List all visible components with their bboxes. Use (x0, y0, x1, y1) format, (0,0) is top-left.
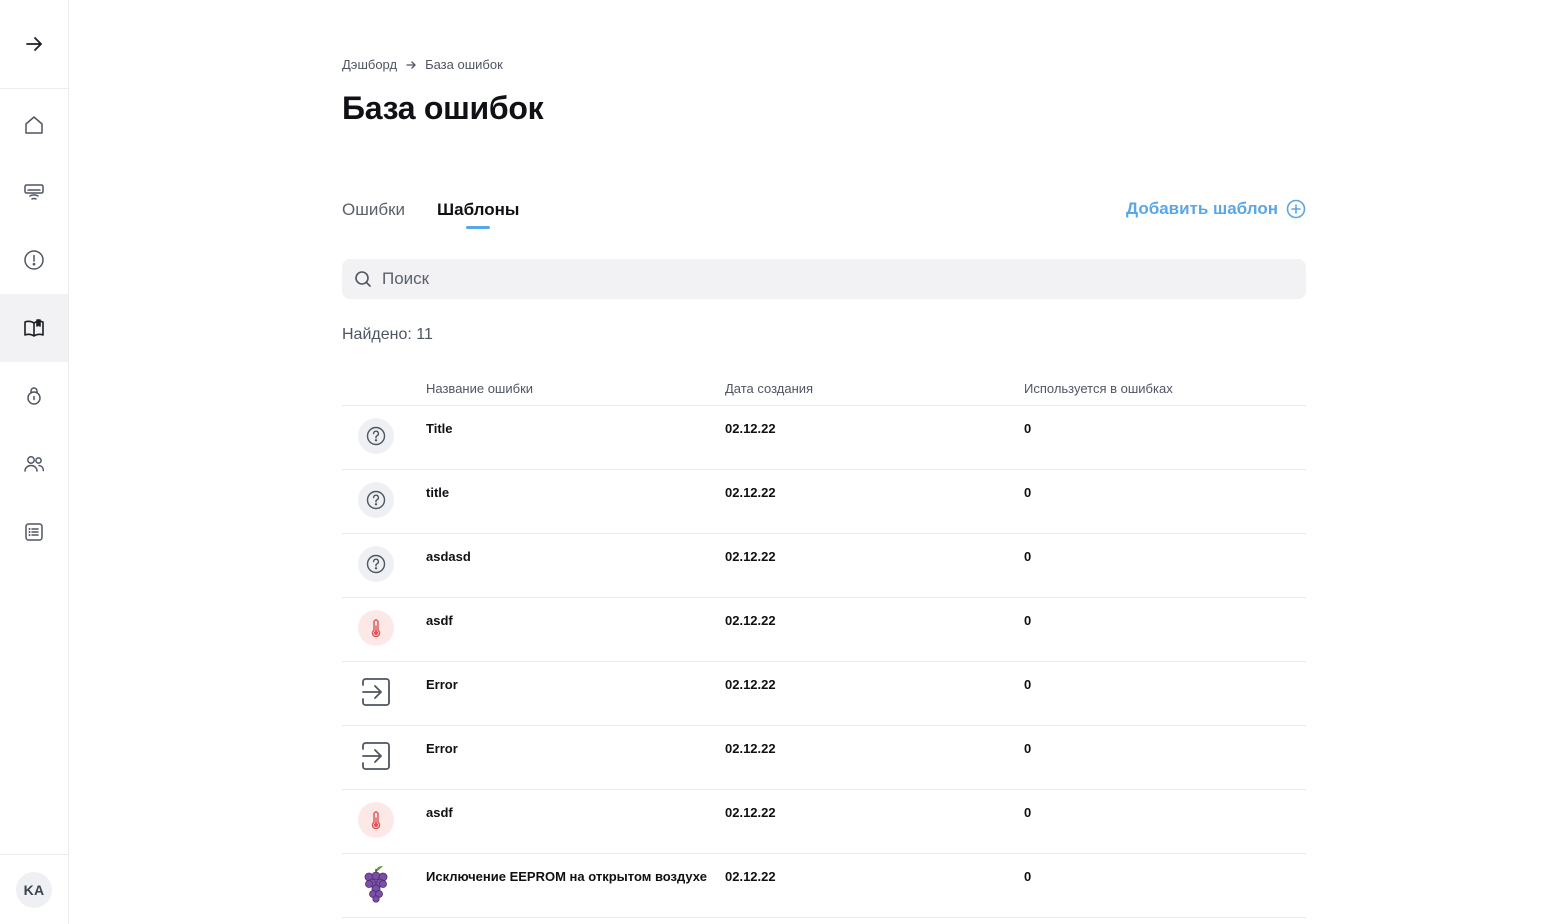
column-header-date: Дата создания (725, 381, 814, 396)
question-icon (358, 418, 394, 454)
list-icon (25, 523, 43, 541)
page-title: База ошибок (342, 90, 544, 126)
row-name: title (426, 485, 450, 500)
book-icon (24, 319, 44, 337)
row-name: Title (426, 421, 453, 436)
sidebar-item-errors[interactable] (0, 226, 68, 294)
templates-table: Название ошибки Дата создания Использует… (342, 378, 1306, 918)
sidebar-item-devices[interactable] (0, 158, 68, 226)
alert-circle-icon (24, 250, 44, 270)
row-date: 02.12.22 (725, 421, 776, 436)
row-used-count: 0 (1024, 549, 1032, 564)
row-used-count: 0 (1024, 869, 1032, 884)
arrow-right-icon (406, 60, 416, 69)
row-used-count: 0 (1024, 613, 1032, 628)
sidebar-toggle-button[interactable] (0, 0, 68, 89)
column-header-name: Название ошибки (426, 381, 534, 396)
results-count: Найдено: 11 (342, 326, 433, 343)
table-row[interactable]: asdasd 02.12.22 0 (342, 534, 1306, 598)
login-arrow-icon (358, 738, 394, 774)
sidebar: KA (0, 0, 69, 924)
tabs: Ошибки Шаблоны (342, 200, 519, 220)
sidebar-item-logs[interactable] (0, 498, 68, 566)
thermometer-icon (358, 610, 394, 646)
plus-circle-icon (1286, 199, 1306, 219)
login-arrow-icon (358, 674, 394, 710)
thermometer-icon (358, 802, 394, 838)
sidebar-item-home[interactable] (0, 91, 68, 159)
row-name: Error (426, 741, 458, 756)
search-icon (355, 271, 371, 287)
row-used-count: 0 (1024, 677, 1032, 692)
table-row[interactable]: Error 02.12.22 0 (342, 662, 1306, 726)
row-name: asdf (426, 805, 453, 820)
search-bar (342, 259, 1306, 299)
sidebar-item-access[interactable] (0, 362, 68, 430)
sidebar-item-error-base[interactable] (0, 294, 68, 362)
table-row[interactable]: title 02.12.22 0 (342, 470, 1306, 534)
arrow-right-icon (26, 37, 42, 51)
table-row[interactable]: asdf 02.12.22 0 (342, 598, 1306, 662)
sidebar-item-users[interactable] (0, 430, 68, 498)
row-used-count: 0 (1024, 741, 1032, 756)
grapes-icon (358, 866, 394, 903)
add-template-button[interactable]: Добавить шаблон (1126, 199, 1306, 219)
row-date: 02.12.22 (725, 549, 776, 564)
row-used-count: 0 (1024, 485, 1032, 500)
table-row[interactable]: Title 02.12.22 0 (342, 406, 1306, 470)
users-icon (24, 456, 45, 472)
row-used-count: 0 (1024, 421, 1032, 436)
breadcrumb-current: База ошибок (425, 57, 503, 72)
row-used-count: 0 (1024, 805, 1032, 820)
row-date: 02.12.22 (725, 613, 776, 628)
row-date: 02.12.22 (725, 485, 776, 500)
sidebar-profile[interactable]: KA (0, 854, 68, 924)
home-icon (25, 116, 43, 134)
table-row[interactable]: Исключение EEPROM на открытом воздухе 02… (342, 854, 1306, 918)
search-input[interactable] (382, 269, 1262, 289)
breadcrumb: Дэшборд База ошибок (342, 57, 503, 72)
row-date: 02.12.22 (725, 741, 776, 756)
air-conditioner-icon (24, 184, 44, 200)
question-icon (358, 546, 394, 582)
avatar[interactable]: KA (16, 871, 52, 908)
breadcrumb-link-dashboard[interactable]: Дэшборд (342, 57, 397, 72)
row-date: 02.12.22 (725, 805, 776, 820)
row-name: Исключение EEPROM на открытом воздухе (426, 869, 707, 884)
row-name: asdf (426, 613, 453, 628)
tab-templates[interactable]: Шаблоны (437, 200, 519, 220)
question-icon (358, 482, 394, 518)
row-name: asdasd (426, 549, 471, 564)
lock-icon (27, 387, 41, 405)
row-name: Error (426, 677, 458, 692)
column-header-used: Используется в ошибках (1024, 381, 1173, 396)
tab-errors[interactable]: Ошибки (342, 200, 405, 220)
table-header: Название ошибки Дата создания Использует… (342, 378, 1306, 406)
add-template-label: Добавить шаблон (1126, 199, 1278, 218)
table-row[interactable]: Error 02.12.22 0 (342, 726, 1306, 790)
row-date: 02.12.22 (725, 677, 776, 692)
row-date: 02.12.22 (725, 869, 776, 884)
table-row[interactable]: asdf 02.12.22 0 (342, 790, 1306, 854)
